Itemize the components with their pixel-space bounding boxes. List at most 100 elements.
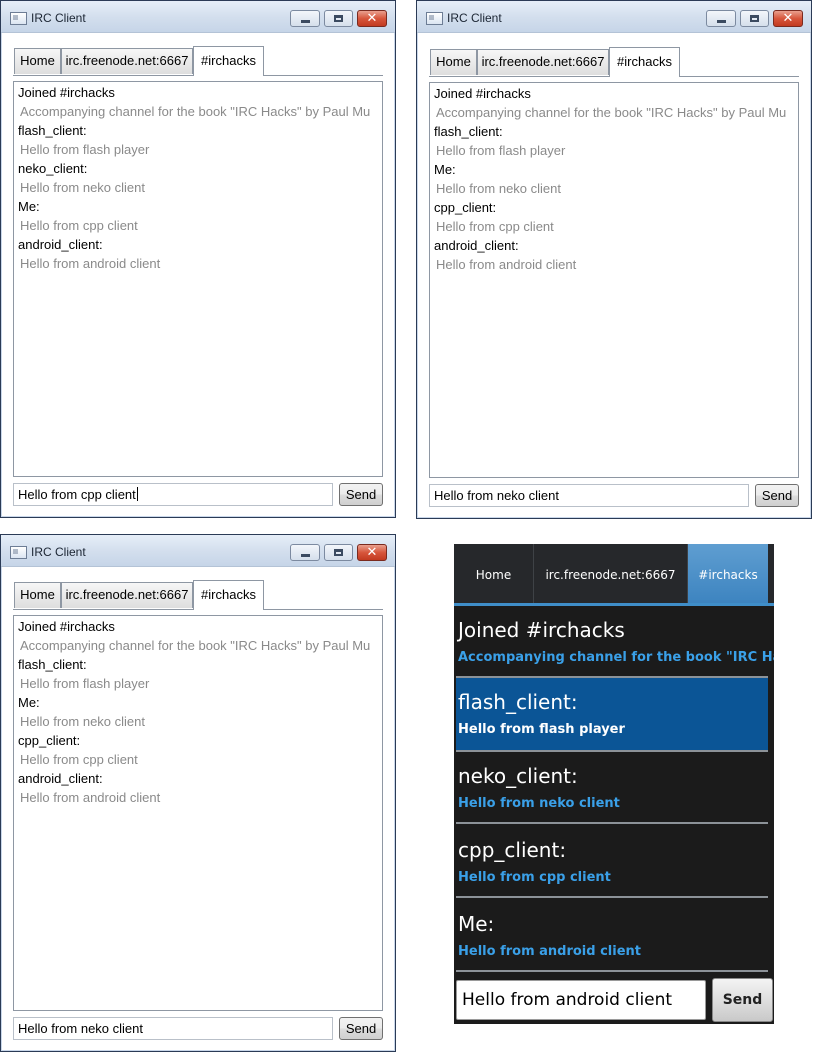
minimize-button[interactable]	[290, 544, 320, 561]
minimize-icon	[717, 20, 726, 23]
message-text: Hello from flash player	[20, 676, 150, 691]
window-app-icon	[10, 546, 27, 559]
tab-home[interactable]: Home	[430, 49, 477, 75]
message-text: Hello from cpp client	[20, 752, 138, 767]
message-text: Hello from android client	[436, 257, 577, 272]
tab-home[interactable]: Home	[454, 544, 534, 603]
maximize-icon	[334, 549, 343, 556]
topic-text: Accompanying channel for the book "IRC H…	[20, 638, 371, 653]
message-nick: flash_client:	[458, 690, 578, 714]
message-text: Hello from flash player	[20, 142, 150, 157]
send-button[interactable]: Send	[339, 483, 383, 506]
message-text: Hello from cpp client	[436, 219, 554, 234]
list-item[interactable]: Me: Hello from android client	[456, 900, 768, 972]
message-nick: cpp_client:	[18, 733, 81, 748]
message-text: Hello from neko client	[20, 714, 145, 729]
minimize-button[interactable]	[290, 10, 320, 27]
list-item: Me: Hello from neko client	[430, 162, 798, 197]
message-nick: android_client:	[18, 771, 103, 786]
joined-text: Joined #irchacks	[458, 618, 625, 642]
tab-irchacks[interactable]: #irchacks	[688, 544, 768, 603]
maximize-button[interactable]	[740, 10, 769, 27]
message-text: Hello from cpp client	[20, 218, 138, 233]
chat-log[interactable]: Joined #irchacks Accompanying channel fo…	[429, 82, 799, 478]
list-item: Me: Hello from neko client	[14, 695, 382, 730]
tab-server[interactable]: irc.freenode.net:6667	[477, 49, 609, 75]
tab-strip: Home irc.freenode.net:6667 #irchacks	[13, 580, 383, 610]
irc-client-window-1: IRC Client ✕ Home irc.freenode.net:6667 …	[0, 0, 396, 518]
message-input-value: Hello from neko client	[434, 488, 559, 503]
title-bar[interactable]: IRC Client ✕	[1, 1, 395, 33]
list-item: Joined #irchacks Accompanying channel fo…	[14, 619, 382, 654]
tab-home[interactable]: Home	[14, 582, 61, 608]
tab-irchacks[interactable]: #irchacks	[193, 46, 264, 76]
window-title: IRC Client	[31, 11, 86, 25]
window-title: IRC Client	[31, 545, 86, 559]
list-item: Joined #irchacks Accompanying channel fo…	[430, 86, 798, 121]
message-nick: neko_client:	[458, 764, 578, 788]
tab-irchacks[interactable]: #irchacks	[193, 580, 264, 610]
maximize-button[interactable]	[324, 544, 353, 561]
message-input[interactable]: Hello from neko client	[13, 1017, 333, 1040]
message-nick: neko_client:	[18, 161, 88, 176]
list-item: android_client: Hello from android clien…	[430, 238, 798, 273]
message-text: Hello from cpp client	[458, 870, 611, 885]
window-title: IRC Client	[447, 11, 502, 25]
minimize-button[interactable]	[706, 10, 736, 27]
list-item: Me: Hello from cpp client	[14, 199, 382, 234]
text-caret	[136, 487, 138, 501]
maximize-icon	[750, 15, 759, 22]
send-button[interactable]: Send	[712, 978, 773, 1022]
tab-server[interactable]: irc.freenode.net:6667	[534, 544, 688, 603]
message-input-value: Hello from neko client	[18, 1021, 143, 1036]
list-item: android_client: Hello from android clien…	[14, 237, 382, 272]
minimize-icon	[301, 20, 310, 23]
tab-strip: Home irc.freenode.net:6667 #irchacks	[454, 544, 774, 606]
tab-home[interactable]: Home	[14, 48, 61, 74]
message-input[interactable]: Hello from cpp client	[13, 483, 333, 506]
list-item[interactable]: cpp_client: Hello from cpp client	[456, 826, 768, 898]
message-nick: cpp_client:	[434, 200, 497, 215]
tab-strip: Home irc.freenode.net:6667 #irchacks	[429, 47, 799, 77]
send-button[interactable]: Send	[755, 484, 799, 507]
joined-text: Joined #irchacks	[434, 86, 531, 101]
title-bar[interactable]: IRC Client ✕	[1, 535, 395, 567]
message-input[interactable]: Hello from neko client	[429, 484, 749, 507]
message-text: Hello from android client	[20, 790, 161, 805]
message-nick: Me:	[458, 912, 495, 936]
list-item: cpp_client: Hello from cpp client	[14, 733, 382, 768]
tab-strip: Home irc.freenode.net:6667 #irchacks	[13, 46, 383, 76]
list-item: flash_client: Hello from flash player	[14, 657, 382, 692]
message-nick: cpp_client:	[458, 838, 567, 862]
window-app-icon	[426, 12, 443, 25]
message-input[interactable]: Hello from android client	[456, 980, 706, 1020]
topic-text: Accompanying channel for the book "IRC H…	[458, 650, 774, 665]
list-item[interactable]: neko_client: Hello from neko client	[456, 752, 768, 824]
send-button[interactable]: Send	[339, 1017, 383, 1040]
message-nick: Me:	[18, 199, 40, 214]
maximize-button[interactable]	[324, 10, 353, 27]
title-bar[interactable]: IRC Client ✕	[417, 1, 811, 33]
topic-text: Accompanying channel for the book "IRC H…	[436, 105, 787, 120]
message-text: Hello from android client	[458, 944, 642, 959]
close-button[interactable]: ✕	[357, 10, 387, 27]
message-nick: flash_client:	[434, 124, 503, 139]
close-button[interactable]: ✕	[773, 10, 803, 27]
message-nick: flash_client:	[18, 123, 87, 138]
tab-server[interactable]: irc.freenode.net:6667	[61, 48, 193, 74]
message-text: Hello from neko client	[436, 181, 561, 196]
tab-server[interactable]: irc.freenode.net:6667	[61, 582, 193, 608]
chat-log[interactable]: Joined #irchacks Accompanying channel fo…	[13, 615, 383, 1011]
window-app-icon	[10, 12, 27, 25]
message-text: Hello from android client	[20, 256, 161, 271]
list-item-selected[interactable]: flash_client: Hello from flash player	[456, 678, 768, 752]
chat-log[interactable]: Joined #irchacks Accompanying channel fo…	[13, 81, 383, 477]
message-nick: android_client:	[434, 238, 519, 253]
minimize-icon	[301, 554, 310, 557]
list-item[interactable]: Joined #irchacks Accompanying channel fo…	[456, 606, 774, 678]
message-input-value: Hello from cpp client	[18, 487, 136, 502]
maximize-icon	[334, 15, 343, 22]
tab-irchacks[interactable]: #irchacks	[609, 47, 680, 77]
list-item: neko_client: Hello from neko client	[14, 161, 382, 196]
close-button[interactable]: ✕	[357, 544, 387, 561]
